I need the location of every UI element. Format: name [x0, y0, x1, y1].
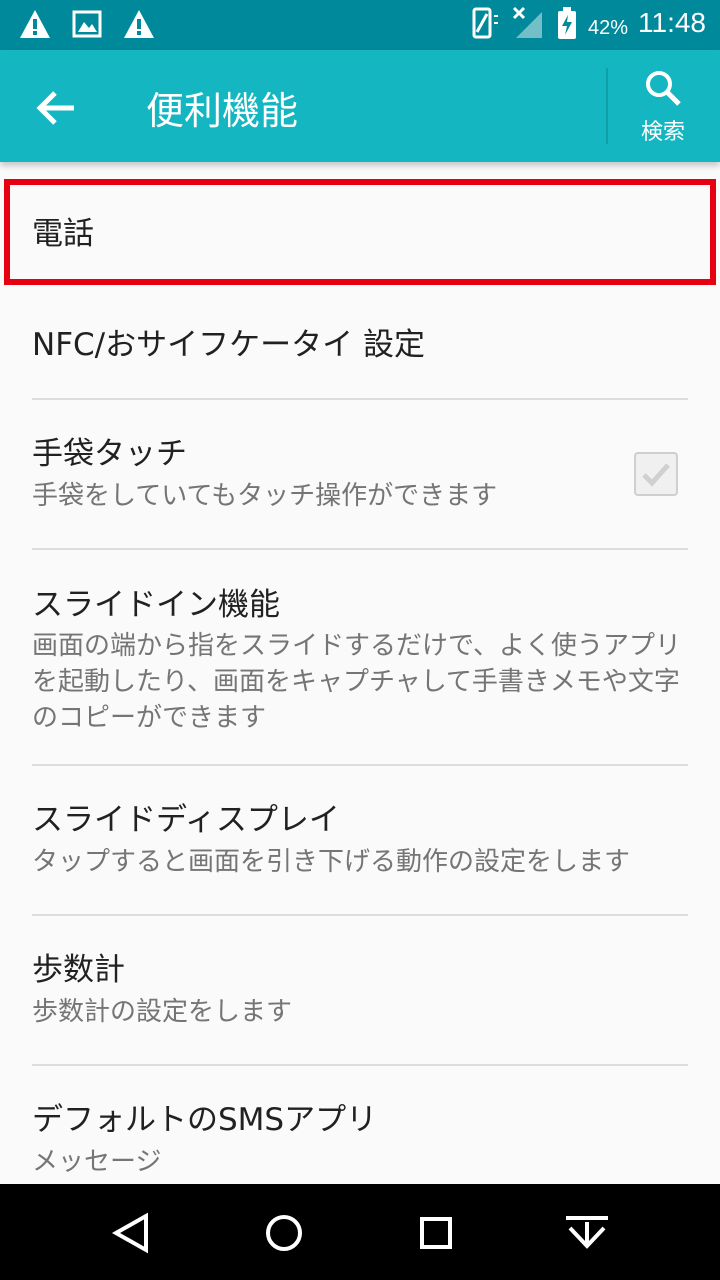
back-nav-button[interactable]	[106, 1208, 156, 1258]
circle-home-icon	[266, 1215, 302, 1251]
setting-summary: 手袋をしていてもタッチ操作ができます	[32, 481, 498, 511]
home-nav-button[interactable]	[259, 1208, 309, 1258]
warning-icon	[124, 10, 154, 38]
battery-charging-icon	[557, 7, 576, 39]
warning-icon	[20, 10, 50, 38]
search-label: 検索	[640, 120, 685, 145]
setting-title: NFC/おサイフケータイ 設定	[32, 327, 425, 363]
setting-item-pedometer[interactable]: 歩数計 歩数計の設定をします	[32, 916, 688, 1066]
vibrate-icon	[472, 7, 498, 39]
pull-down-icon	[566, 1216, 608, 1249]
clock: 11:48	[638, 7, 706, 38]
setting-item-glove-touch[interactable]: 手袋タッチ 手袋をしていてもタッチ操作ができます	[32, 400, 688, 550]
glove-touch-checkbox[interactable]	[634, 452, 678, 496]
recents-nav-button[interactable]	[410, 1208, 460, 1258]
page-title: 便利機能	[146, 89, 299, 133]
setting-title: デフォルトのSMSアプリ	[32, 1102, 378, 1138]
setting-summary: 画面の端から指をスライドするだけで、よく使うアプリを起動したり、画面をキャプチャ…	[32, 631, 681, 733]
check-icon	[642, 463, 670, 487]
navigation-bar	[0, 1184, 720, 1280]
setting-summary: メッセージ	[32, 1147, 162, 1177]
notification-shade-button[interactable]	[562, 1208, 612, 1258]
battery-percent: 42%	[587, 16, 628, 39]
setting-title: 歩数計	[32, 952, 125, 988]
square-recents-icon	[420, 1217, 452, 1249]
back-button[interactable]	[28, 80, 84, 136]
toolbar-divider	[606, 68, 608, 144]
setting-item-slide-in[interactable]: スライドイン機能 画面の端から指をスライドするだけで、よく使うアプリを起動したり…	[32, 550, 688, 766]
search-button[interactable]: 検索	[618, 68, 708, 148]
setting-title: スライドイン機能	[32, 587, 280, 623]
app-bar: 便利機能 検索	[0, 50, 720, 162]
signal-icon	[512, 6, 542, 38]
highlight-frame	[4, 179, 716, 285]
setting-title: 手袋タッチ	[32, 436, 187, 472]
arrow-back-icon	[36, 91, 74, 125]
setting-summary: 歩数計の設定をします	[32, 997, 293, 1027]
triangle-back-icon	[111, 1212, 148, 1254]
settings-list: 電話 NFC/おサイフケータイ 設定 手袋タッチ 手袋をしていてもタッチ操作がで…	[0, 175, 720, 1216]
setting-title: スライドディスプレイ	[32, 802, 340, 838]
setting-summary: タップすると画面を引き下げる動作の設定をします	[32, 847, 631, 877]
setting-item-slide-display[interactable]: スライドディスプレイ タップすると画面を引き下げる動作の設定をします	[32, 766, 688, 916]
setting-item-nfc[interactable]: NFC/おサイフケータイ 設定	[32, 287, 688, 400]
notification-icons	[18, 8, 156, 40]
search-icon	[646, 71, 681, 106]
image-icon	[72, 10, 102, 38]
status-bar: 42% 11:48	[0, 0, 720, 50]
